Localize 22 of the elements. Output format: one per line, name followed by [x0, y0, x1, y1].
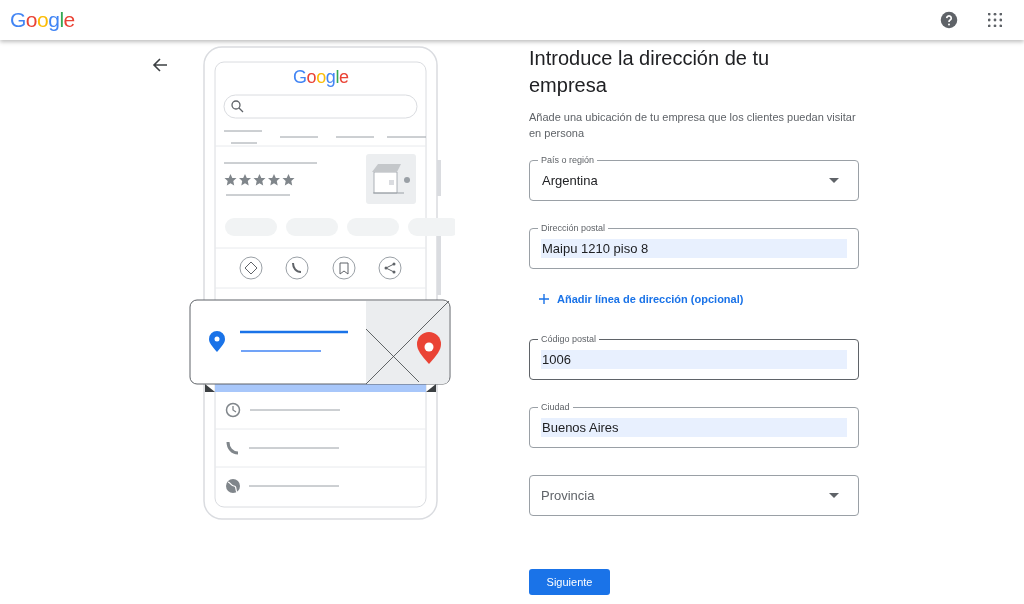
back-arrow-icon[interactable]: [152, 57, 168, 73]
plus-icon: [539, 294, 549, 304]
field-label: Ciudad: [538, 401, 573, 413]
field-value: Buenos Aires: [541, 418, 847, 437]
field-label: Código postal: [538, 333, 600, 345]
apps-grid-icon[interactable]: [988, 13, 1002, 27]
google-logo: Google: [293, 67, 349, 88]
field-label: Dirección postal: [538, 222, 609, 234]
dropdown-field[interactable]: Provincia: [529, 475, 859, 516]
dropdown-caret-icon: [829, 178, 839, 183]
help-icon[interactable]: [940, 11, 958, 29]
field-placeholder: Provincia: [541, 488, 596, 503]
page-subtitle: Añade una ubicación de tu empresa que los clientes puedan visitar en persona: [529, 110, 857, 141]
field-label: País o región: [538, 154, 598, 166]
field-value: Maipu 1210 piso 8: [541, 239, 847, 258]
page-title: Introduce la dirección de tu empresa: [529, 46, 771, 98]
google-logo: Google: [10, 8, 75, 32]
add-address-line-link[interactable]: Añadir línea de dirección (opcional): [539, 293, 744, 305]
dropdown-caret-icon: [829, 493, 839, 498]
next-button[interactable]: Siguiente: [529, 569, 610, 595]
field-value: Argentina: [541, 172, 599, 190]
field-value: 1006: [541, 350, 847, 369]
